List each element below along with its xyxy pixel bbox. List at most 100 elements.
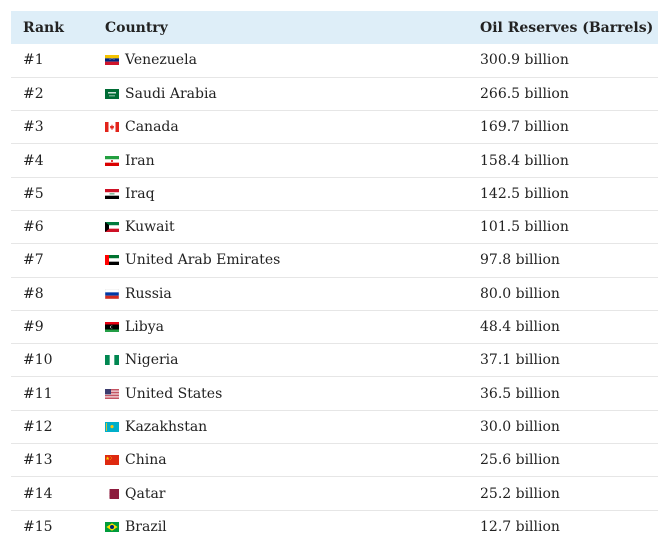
canada-flag-icon: [105, 122, 119, 133]
country-cell: Russia: [93, 277, 468, 310]
country-name: Russia: [125, 285, 172, 302]
country-name: Qatar: [125, 485, 166, 502]
rank-cell: #4: [23, 152, 44, 169]
country-cell: Venezuela: [93, 44, 468, 77]
oil-reserves-cell: 80.0 billion: [480, 285, 560, 302]
table-body: #1 Venezuela 300.9 billion #2 Saudi Arabia 26…: [11, 44, 658, 543]
country-cell-content: United Arab Emirates: [105, 252, 468, 268]
country-cell-content: Iraq: [105, 186, 468, 202]
oil-reserves-cell: 169.7 billion: [480, 119, 569, 136]
country-cell-content: Qatar: [105, 486, 468, 502]
oil-reserves-cell: 30.0 billion: [480, 418, 560, 435]
country-cell: United Arab Emirates: [93, 244, 468, 277]
oil-reserves-cell: 266.5 billion: [480, 85, 569, 102]
country-name: Iraq: [125, 185, 155, 202]
rank-cell: #15: [23, 519, 53, 536]
table-header: Rank Country Oil Reserves (Barrels): [11, 11, 658, 44]
table-row: #13 China 25.6 billion: [11, 444, 658, 477]
rank-cell: #9: [23, 319, 44, 336]
nigeria-flag-icon: [105, 355, 119, 366]
rank-cell: #11: [23, 385, 53, 402]
country-cell-content: Iran: [105, 153, 468, 169]
country-cell: China: [93, 444, 468, 477]
country-name: Brazil: [125, 519, 167, 536]
oil-reserves-table: Rank Country Oil Reserves (Barrels) #1 Ve…: [11, 11, 658, 543]
country-name: Venezuela: [125, 52, 197, 69]
country-name: China: [125, 452, 167, 469]
oil-reserves-cell: 36.5 billion: [480, 385, 560, 402]
country-name: United States: [125, 385, 223, 402]
rank-cell: #13: [23, 452, 53, 469]
rank-cell: #7: [23, 252, 44, 269]
country-name: Iran: [125, 152, 155, 169]
country-cell-content: Venezuela: [105, 52, 468, 68]
country-cell: Nigeria: [93, 344, 468, 377]
table-row: #9 Libya 48.4 billion: [11, 310, 658, 344]
saudi-arabia-flag-icon: [105, 88, 119, 99]
rank-cell: #5: [23, 185, 44, 202]
oil-reserves-table-container: Rank Country Oil Reserves (Barrels) #1 Ve…: [11, 11, 658, 543]
oil-reserves-cell: 48.4 billion: [480, 319, 560, 336]
table-row: #5 Iraq 142.5 billion: [11, 177, 658, 211]
country-cell-content: Russia: [105, 286, 468, 302]
rank-column-header[interactable]: Rank: [11, 11, 93, 44]
country-cell-content: China: [105, 452, 468, 468]
united-states-flag-icon: [105, 388, 119, 399]
table-row: #15 Brazil 12.7 billion: [11, 510, 658, 543]
country-cell: Kuwait: [93, 210, 468, 243]
country-cell: Libya: [93, 310, 468, 343]
country-cell-content: Kazakhstan: [105, 419, 468, 435]
qatar-flag-icon: [105, 488, 119, 499]
rank-cell: #1: [23, 52, 44, 69]
country-cell-content: Libya: [105, 319, 468, 335]
table-row: #7 United Arab Emirates 97.8 billion: [11, 244, 658, 278]
kuwait-flag-icon: [105, 222, 119, 233]
country-cell: Saudi Arabia: [93, 77, 468, 110]
venezuela-flag-icon: [105, 55, 119, 66]
rank-cell: #12: [23, 418, 53, 435]
oil-reserves-cell: 97.8 billion: [480, 252, 560, 269]
table-row: #3 Canada 169.7 billion: [11, 111, 658, 144]
rank-cell: #10: [23, 352, 53, 369]
table-row: #14 Qatar 25.2 billion: [11, 477, 658, 511]
country-name: Kuwait: [125, 219, 175, 236]
table-row: #4 Iran 158.4 billion: [11, 144, 658, 178]
country-cell: Brazil: [93, 510, 468, 543]
country-cell: Iraq: [93, 177, 468, 210]
country-column-header[interactable]: Country: [93, 11, 468, 44]
table-row: #2 Saudi Arabia 266.5 billion: [11, 77, 658, 111]
iraq-flag-icon: [105, 188, 119, 199]
rank-cell: #14: [23, 485, 53, 502]
brazil-flag-icon: [105, 522, 119, 533]
rank-cell: #2: [23, 85, 44, 102]
country-name: United Arab Emirates: [125, 252, 281, 269]
country-cell-content: Saudi Arabia: [105, 86, 468, 102]
country-cell: Qatar: [93, 477, 468, 510]
russia-flag-icon: [105, 288, 119, 299]
country-cell-content: Kuwait: [105, 219, 468, 235]
iran-flag-icon: [105, 155, 119, 166]
rank-cell: #8: [23, 285, 44, 302]
country-cell: United States: [93, 377, 468, 410]
table-row: #12 Kazakhstan 30.0 billion: [11, 410, 658, 444]
libya-flag-icon: [105, 322, 119, 333]
oil-reserves-cell: 25.6 billion: [480, 452, 560, 469]
country-name: Nigeria: [125, 352, 179, 369]
country-name: Canada: [125, 119, 179, 136]
header-row: Rank Country Oil Reserves (Barrels): [11, 11, 658, 44]
country-name: Kazakhstan: [125, 418, 208, 435]
oil-reserves-cell: 37.1 billion: [480, 352, 560, 369]
country-cell: Canada: [93, 111, 468, 144]
country-cell: Iran: [93, 144, 468, 177]
table-row: #11 United States 36.5 billion: [11, 377, 658, 411]
uae-flag-icon: [105, 255, 119, 266]
oil-reserves-cell: 12.7 billion: [480, 519, 560, 536]
table-row: #6 Kuwait 101.5 billion: [11, 210, 658, 244]
table-row: #1 Venezuela 300.9 billion: [11, 44, 658, 78]
country-cell-content: Nigeria: [105, 352, 468, 368]
country-name: Libya: [125, 319, 164, 336]
oil-reserves-column-header[interactable]: Oil Reserves (Barrels): [468, 11, 658, 44]
kazakhstan-flag-icon: [105, 421, 119, 432]
china-flag-icon: [105, 455, 119, 466]
rank-cell: #6: [23, 219, 44, 236]
